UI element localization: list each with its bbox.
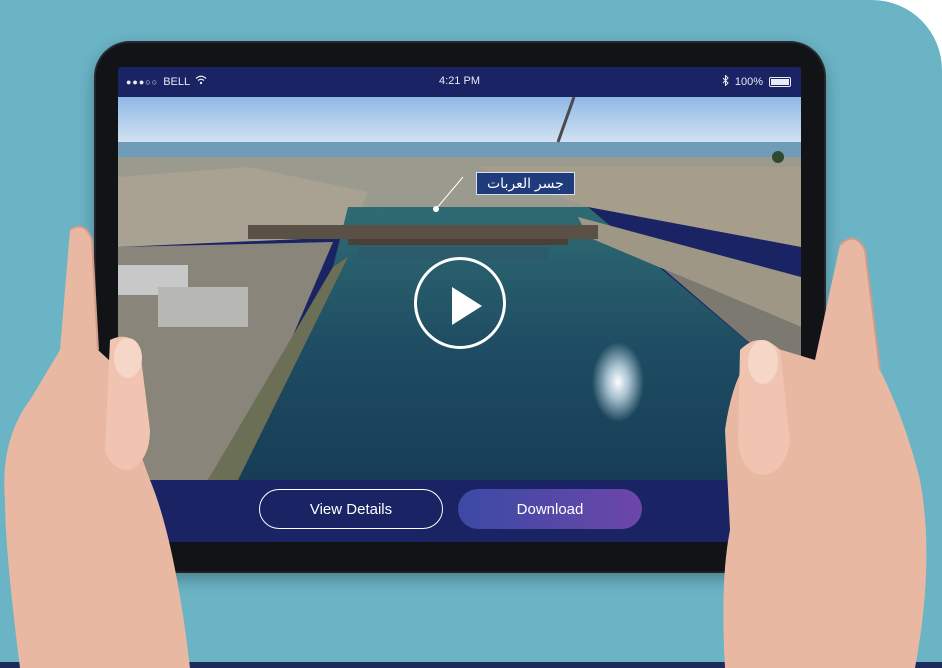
bluetooth-icon: [722, 74, 729, 89]
battery-percent: 100%: [734, 76, 763, 88]
status-bar: ●●●○○ BELL 4:21 PM 100%: [118, 67, 801, 95]
download-button[interactable]: Download: [458, 489, 642, 529]
play-icon: [452, 287, 482, 325]
play-button[interactable]: [414, 257, 506, 349]
status-time: 4:21 PM: [439, 75, 480, 87]
video-player[interactable]: جسر العربات: [118, 97, 801, 480]
right-hand: [723, 237, 927, 668]
view-details-button[interactable]: View Details: [259, 489, 443, 529]
location-label: جسر العربات: [476, 172, 575, 195]
tablet-screen: ●●●○○ BELL 4:21 PM 100% جسر العربات View…: [118, 67, 801, 542]
battery-icon: [769, 77, 791, 87]
action-bar: View Details Download: [118, 480, 801, 542]
left-hand: [4, 225, 190, 668]
